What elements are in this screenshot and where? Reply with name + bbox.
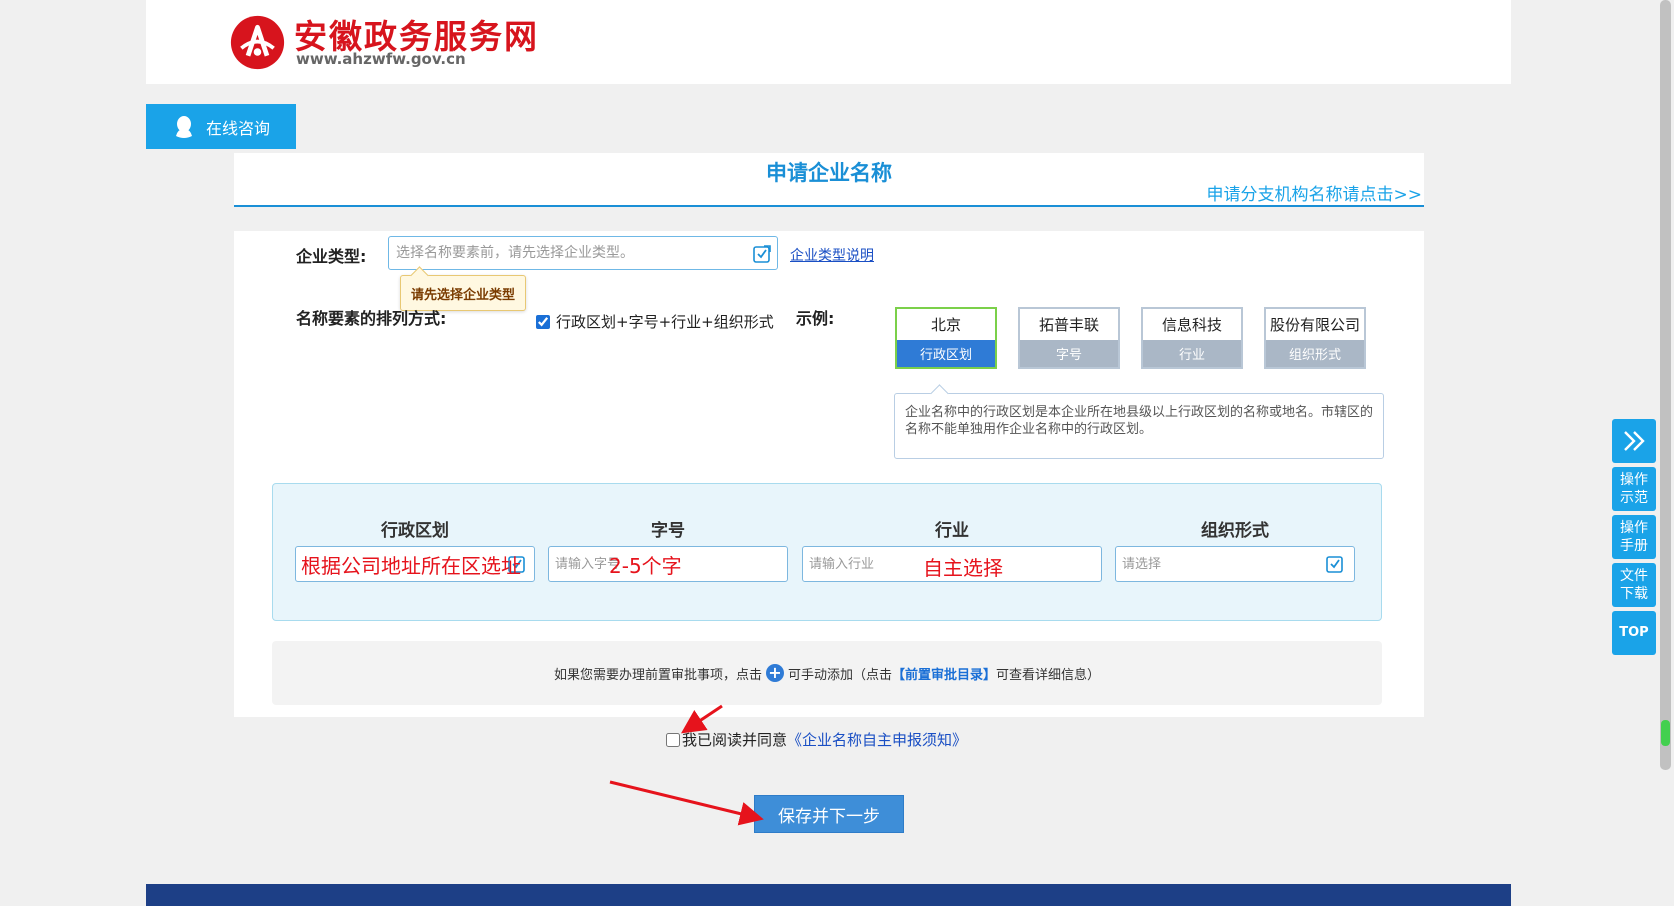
example-box-division[interactable]: 北京 行政区划 [895, 307, 997, 369]
division-input[interactable] [300, 547, 506, 581]
org-form-field[interactable] [1115, 546, 1355, 582]
site-header: 安徽政务服务网 www.ahzwfw.gov.cn [146, 0, 1511, 84]
example-value: 北京 [930, 316, 961, 334]
add-plus-icon[interactable]: + [765, 664, 784, 682]
side-manual-button[interactable]: 操作手册 [1612, 515, 1656, 559]
panel-header: 申请企业名称 申请分支机构名称请点击>> [234, 153, 1424, 207]
side-download-button[interactable]: 文件下载 [1612, 563, 1656, 607]
example-value: 信息科技 [1161, 316, 1222, 334]
side-demo-label: 操作示范 [1620, 472, 1648, 506]
side-download-label: 文件下载 [1620, 568, 1648, 602]
expand-sidebar-button[interactable] [1612, 419, 1656, 463]
trade-name-header: 字号 [651, 521, 685, 541]
org-form-header: 组织形式 [1201, 521, 1269, 541]
example-box-industry[interactable]: 信息科技 行业 [1141, 307, 1243, 369]
arrow-to-save-button [609, 780, 764, 826]
example-caption: 行业 [1143, 340, 1241, 367]
select-edit-icon[interactable] [1326, 555, 1344, 573]
footer-bar [146, 884, 1511, 906]
order-option-label: 行政区划+字号+行业+组织形式 [556, 313, 774, 331]
online-consult-label: 在线咨询 [205, 118, 270, 138]
side-manual-label: 操作手册 [1620, 520, 1648, 554]
order-option[interactable]: 行政区划+字号+行业+组织形式 [536, 311, 774, 332]
example-caption: 组织形式 [1266, 340, 1364, 367]
scrollbar-thumb[interactable] [1660, 0, 1671, 770]
example-description: 企业名称中的行政区划是本企业所在地县级以上行政区划的名称或地名。市辖区的名称不能… [894, 393, 1384, 459]
approval-text-after: 可查看详细信息） [996, 667, 1101, 683]
back-to-top-button[interactable]: TOP [1612, 611, 1656, 655]
agreement-link[interactable]: 《企业名称自主申报须知》 [787, 729, 967, 750]
scrollbar[interactable] [1657, 0, 1674, 906]
division-header: 行政区划 [381, 521, 449, 541]
ahzwfw-logo-icon[interactable] [229, 14, 286, 71]
double-chevron-right-icon [1624, 431, 1645, 451]
example-label: 示例: [796, 309, 835, 328]
trade-name-input[interactable] [553, 547, 759, 581]
company-type-label: 企业类型: [296, 247, 367, 266]
trade-name-field[interactable] [548, 546, 788, 582]
example-box-org-form[interactable]: 股份有限公司 组织形式 [1264, 307, 1366, 369]
scroll-indicator [1661, 720, 1670, 746]
site-url: www.ahzwfw.gov.cn [296, 50, 466, 68]
name-application-form: 企业类型: 企业类型说明 请先选择企业类型 名称要素的排列方式: 行政区划+字号… [234, 231, 1424, 717]
company-type-input[interactable] [394, 237, 728, 269]
save-next-button[interactable]: 保存并下一步 [754, 795, 904, 833]
order-checkbox[interactable] [536, 314, 550, 329]
side-demo-button[interactable]: 操作示范 [1612, 467, 1656, 511]
agreement-row: 我已阅读并同意 《企业名称自主申报须知》 [666, 729, 967, 750]
select-edit-icon[interactable] [508, 555, 526, 573]
example-caption: 字号 [1020, 340, 1118, 367]
approval-catalog-link[interactable]: 【前置审批目录】 [892, 664, 996, 683]
org-form-input[interactable] [1120, 547, 1326, 581]
order-label: 名称要素的排列方式: [296, 309, 447, 328]
top-label: TOP [1619, 625, 1649, 640]
example-caption: 行政区划 [897, 340, 995, 367]
agreement-text: 我已阅读并同意 [682, 731, 788, 749]
approval-text-before: 如果您需要办理前置审批事项，点击 [553, 667, 762, 683]
qq-icon [175, 115, 192, 138]
select-edit-icon[interactable] [753, 245, 771, 263]
pre-approval-notice: 如果您需要办理前置审批事项，点击 + 可手动添加（点击 【前置审批目录】 可查看… [272, 641, 1382, 705]
industry-header: 行业 [935, 521, 969, 541]
industry-field[interactable] [802, 546, 1102, 582]
industry-input[interactable] [807, 547, 1073, 581]
company-type-field[interactable] [388, 236, 778, 270]
example-value: 拓普丰联 [1038, 316, 1099, 334]
approval-text-middle: 可手动添加（点击 [787, 667, 892, 683]
branch-name-link[interactable]: 申请分支机构名称请点击>> [1207, 180, 1423, 205]
online-consult-button[interactable]: 在线咨询 [146, 104, 296, 149]
example-box-trade-name[interactable]: 拓普丰联 字号 [1018, 307, 1120, 369]
example-value: 股份有限公司 [1269, 316, 1360, 334]
division-field[interactable] [295, 546, 535, 582]
agreement-checkbox[interactable] [666, 732, 680, 747]
name-elements-box: 行政区划 字号 行业 组织形式 根据公司地址所在区选址 2-5个字 自主选择 [272, 483, 1382, 621]
company-type-help-link[interactable]: 企业类型说明 [790, 245, 874, 265]
